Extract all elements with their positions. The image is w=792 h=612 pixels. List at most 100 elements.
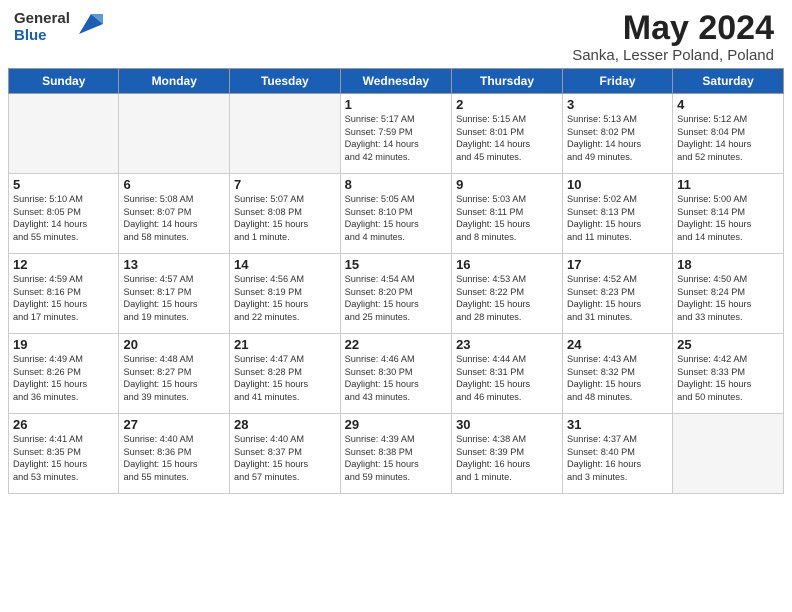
day-number: 3 (567, 97, 668, 112)
calendar-day-cell: 31Sunrise: 4:37 AMSunset: 8:40 PMDayligh… (562, 414, 672, 494)
day-number: 13 (123, 257, 225, 272)
calendar-day-cell: 30Sunrise: 4:38 AMSunset: 8:39 PMDayligh… (452, 414, 563, 494)
calendar-day-cell: 28Sunrise: 4:40 AMSunset: 8:37 PMDayligh… (230, 414, 341, 494)
day-number: 1 (345, 97, 447, 112)
calendar-day-cell: 19Sunrise: 4:49 AMSunset: 8:26 PMDayligh… (9, 334, 119, 414)
calendar-day-cell: 14Sunrise: 4:56 AMSunset: 8:19 PMDayligh… (230, 254, 341, 334)
day-number: 21 (234, 337, 336, 352)
day-number: 16 (456, 257, 558, 272)
calendar-day-cell: 13Sunrise: 4:57 AMSunset: 8:17 PMDayligh… (119, 254, 230, 334)
header: General Blue May 2024 Sanka, Lesser Pola… (0, 0, 792, 68)
day-info: Sunrise: 5:05 AMSunset: 8:10 PMDaylight:… (345, 193, 447, 243)
calendar-day-header: Thursday (452, 69, 563, 94)
sub-title: Sanka, Lesser Poland, Poland (572, 47, 774, 64)
day-info: Sunrise: 4:37 AMSunset: 8:40 PMDaylight:… (567, 433, 668, 483)
calendar-day-cell: 18Sunrise: 4:50 AMSunset: 8:24 PMDayligh… (673, 254, 784, 334)
day-number: 11 (677, 177, 779, 192)
calendar-header-row: SundayMondayTuesdayWednesdayThursdayFrid… (9, 69, 784, 94)
calendar-day-cell: 6Sunrise: 5:08 AMSunset: 8:07 PMDaylight… (119, 174, 230, 254)
calendar-day-cell: 11Sunrise: 5:00 AMSunset: 8:14 PMDayligh… (673, 174, 784, 254)
day-info: Sunrise: 4:49 AMSunset: 8:26 PMDaylight:… (13, 353, 114, 403)
calendar-week-row: 1Sunrise: 5:17 AMSunset: 7:59 PMDaylight… (9, 94, 784, 174)
day-number: 20 (123, 337, 225, 352)
calendar-day-cell: 24Sunrise: 4:43 AMSunset: 8:32 PMDayligh… (562, 334, 672, 414)
day-info: Sunrise: 4:52 AMSunset: 8:23 PMDaylight:… (567, 273, 668, 323)
day-info: Sunrise: 4:50 AMSunset: 8:24 PMDaylight:… (677, 273, 779, 323)
day-info: Sunrise: 4:44 AMSunset: 8:31 PMDaylight:… (456, 353, 558, 403)
day-number: 30 (456, 417, 558, 432)
day-number: 6 (123, 177, 225, 192)
day-info: Sunrise: 5:17 AMSunset: 7:59 PMDaylight:… (345, 113, 447, 163)
title-block: May 2024 Sanka, Lesser Poland, Poland (572, 10, 774, 64)
day-info: Sunrise: 4:59 AMSunset: 8:16 PMDaylight:… (13, 273, 114, 323)
day-info: Sunrise: 4:40 AMSunset: 8:36 PMDaylight:… (123, 433, 225, 483)
calendar-day-header: Friday (562, 69, 672, 94)
calendar-table: SundayMondayTuesdayWednesdayThursdayFrid… (8, 68, 784, 494)
day-info: Sunrise: 5:00 AMSunset: 8:14 PMDaylight:… (677, 193, 779, 243)
logo: General Blue (14, 10, 103, 45)
day-info: Sunrise: 4:42 AMSunset: 8:33 PMDaylight:… (677, 353, 779, 403)
day-info: Sunrise: 4:47 AMSunset: 8:28 PMDaylight:… (234, 353, 336, 403)
day-info: Sunrise: 4:40 AMSunset: 8:37 PMDaylight:… (234, 433, 336, 483)
day-number: 26 (13, 417, 114, 432)
day-info: Sunrise: 5:13 AMSunset: 8:02 PMDaylight:… (567, 113, 668, 163)
day-number: 12 (13, 257, 114, 272)
calendar-day-header: Wednesday (340, 69, 451, 94)
calendar-day-cell: 4Sunrise: 5:12 AMSunset: 8:04 PMDaylight… (673, 94, 784, 174)
day-info: Sunrise: 4:43 AMSunset: 8:32 PMDaylight:… (567, 353, 668, 403)
day-number: 19 (13, 337, 114, 352)
day-info: Sunrise: 5:12 AMSunset: 8:04 PMDaylight:… (677, 113, 779, 163)
calendar-week-row: 5Sunrise: 5:10 AMSunset: 8:05 PMDaylight… (9, 174, 784, 254)
day-info: Sunrise: 4:41 AMSunset: 8:35 PMDaylight:… (13, 433, 114, 483)
calendar-week-row: 19Sunrise: 4:49 AMSunset: 8:26 PMDayligh… (9, 334, 784, 414)
day-info: Sunrise: 4:57 AMSunset: 8:17 PMDaylight:… (123, 273, 225, 323)
calendar-day-cell: 23Sunrise: 4:44 AMSunset: 8:31 PMDayligh… (452, 334, 563, 414)
logo-icon (73, 10, 103, 45)
calendar-day-cell: 8Sunrise: 5:05 AMSunset: 8:10 PMDaylight… (340, 174, 451, 254)
calendar-day-cell: 21Sunrise: 4:47 AMSunset: 8:28 PMDayligh… (230, 334, 341, 414)
day-number: 14 (234, 257, 336, 272)
day-number: 17 (567, 257, 668, 272)
calendar-day-cell (230, 94, 341, 174)
day-info: Sunrise: 4:48 AMSunset: 8:27 PMDaylight:… (123, 353, 225, 403)
main-title: May 2024 (572, 10, 774, 47)
day-number: 25 (677, 337, 779, 352)
day-info: Sunrise: 5:03 AMSunset: 8:11 PMDaylight:… (456, 193, 558, 243)
calendar-day-cell (9, 94, 119, 174)
day-number: 24 (567, 337, 668, 352)
day-info: Sunrise: 4:54 AMSunset: 8:20 PMDaylight:… (345, 273, 447, 323)
calendar-day-cell: 9Sunrise: 5:03 AMSunset: 8:11 PMDaylight… (452, 174, 563, 254)
logo-blue: Blue (14, 28, 70, 45)
day-number: 7 (234, 177, 336, 192)
calendar-day-cell: 27Sunrise: 4:40 AMSunset: 8:36 PMDayligh… (119, 414, 230, 494)
day-info: Sunrise: 5:02 AMSunset: 8:13 PMDaylight:… (567, 193, 668, 243)
day-number: 2 (456, 97, 558, 112)
calendar-day-header: Monday (119, 69, 230, 94)
calendar-day-header: Sunday (9, 69, 119, 94)
calendar-day-header: Tuesday (230, 69, 341, 94)
calendar-day-cell: 20Sunrise: 4:48 AMSunset: 8:27 PMDayligh… (119, 334, 230, 414)
calendar-week-row: 12Sunrise: 4:59 AMSunset: 8:16 PMDayligh… (9, 254, 784, 334)
day-info: Sunrise: 4:39 AMSunset: 8:38 PMDaylight:… (345, 433, 447, 483)
calendar-wrapper: SundayMondayTuesdayWednesdayThursdayFrid… (0, 68, 792, 498)
day-number: 5 (13, 177, 114, 192)
day-number: 4 (677, 97, 779, 112)
day-number: 28 (234, 417, 336, 432)
logo-general: General (14, 11, 70, 28)
calendar-day-cell: 10Sunrise: 5:02 AMSunset: 8:13 PMDayligh… (562, 174, 672, 254)
day-info: Sunrise: 5:07 AMSunset: 8:08 PMDaylight:… (234, 193, 336, 243)
day-info: Sunrise: 5:10 AMSunset: 8:05 PMDaylight:… (13, 193, 114, 243)
day-number: 27 (123, 417, 225, 432)
day-number: 9 (456, 177, 558, 192)
calendar-day-cell (673, 414, 784, 494)
calendar-day-cell: 25Sunrise: 4:42 AMSunset: 8:33 PMDayligh… (673, 334, 784, 414)
calendar-day-cell: 22Sunrise: 4:46 AMSunset: 8:30 PMDayligh… (340, 334, 451, 414)
calendar-day-header: Saturday (673, 69, 784, 94)
calendar-day-cell: 17Sunrise: 4:52 AMSunset: 8:23 PMDayligh… (562, 254, 672, 334)
day-info: Sunrise: 4:56 AMSunset: 8:19 PMDaylight:… (234, 273, 336, 323)
calendar-week-row: 26Sunrise: 4:41 AMSunset: 8:35 PMDayligh… (9, 414, 784, 494)
calendar-day-cell: 2Sunrise: 5:15 AMSunset: 8:01 PMDaylight… (452, 94, 563, 174)
day-number: 31 (567, 417, 668, 432)
day-number: 23 (456, 337, 558, 352)
calendar-day-cell: 7Sunrise: 5:07 AMSunset: 8:08 PMDaylight… (230, 174, 341, 254)
